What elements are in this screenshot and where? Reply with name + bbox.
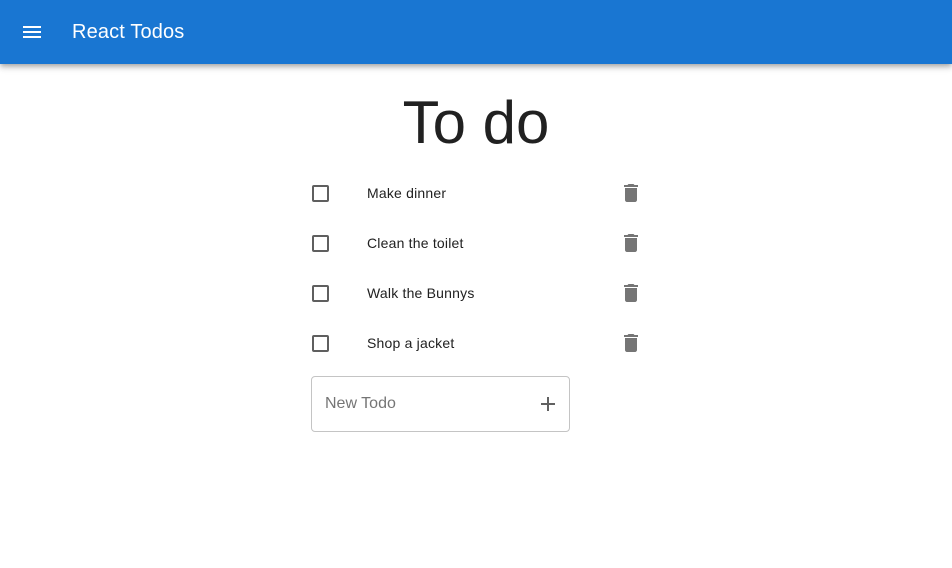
todo-item: Clean the toilet: [300, 218, 652, 268]
trash-icon: [624, 184, 638, 202]
todo-label: Walk the Bunnys: [367, 285, 475, 301]
menu-button[interactable]: [12, 12, 52, 52]
menu-icon: [23, 26, 41, 38]
todo-checkbox[interactable]: [312, 285, 329, 302]
todo-label: Clean the toilet: [367, 235, 464, 251]
app-title: React Todos: [72, 21, 185, 43]
todo-item: Shop a jacket: [300, 318, 652, 368]
plus-icon: [541, 397, 555, 411]
delete-button[interactable]: [618, 330, 644, 356]
todo-label: Shop a jacket: [367, 335, 455, 351]
add-todo-button[interactable]: [536, 392, 560, 416]
todo-label: Make dinner: [367, 185, 447, 201]
trash-icon: [624, 334, 638, 352]
todo-list: Make dinner Clean the toilet Walk the Bu…: [300, 168, 652, 368]
new-todo-field: [311, 376, 570, 432]
todo-item: Make dinner: [300, 168, 652, 218]
app-bar: React Todos: [0, 0, 952, 64]
delete-button[interactable]: [618, 280, 644, 306]
new-todo-input[interactable]: [325, 377, 525, 431]
trash-icon: [624, 234, 638, 252]
page-title: To do: [402, 89, 550, 156]
todo-item: Walk the Bunnys: [300, 268, 652, 318]
delete-button[interactable]: [618, 180, 644, 206]
delete-button[interactable]: [618, 230, 644, 256]
todo-checkbox[interactable]: [312, 335, 329, 352]
todo-checkbox[interactable]: [312, 235, 329, 252]
trash-icon: [624, 284, 638, 302]
todo-checkbox[interactable]: [312, 185, 329, 202]
